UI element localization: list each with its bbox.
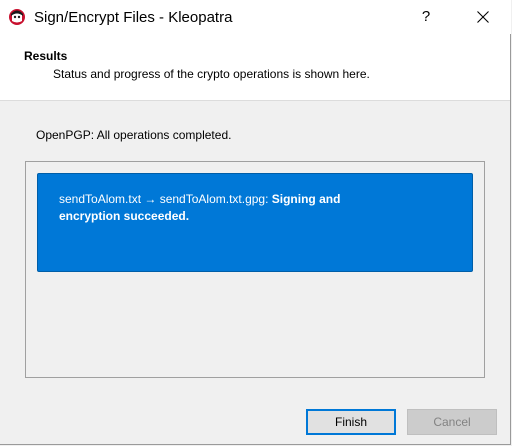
dialog-window: Sign/Encrypt Files - Kleopatra ? Results…: [0, 0, 511, 445]
cancel-button[interactable]: Cancel: [407, 409, 497, 435]
close-button[interactable]: [466, 0, 500, 34]
window-title: Sign/Encrypt Files - Kleopatra: [34, 9, 233, 26]
close-icon: [477, 11, 489, 23]
result-files: sendToAlom.txt → sendToAlom.txt.gpg:: [59, 192, 272, 206]
wizard-header: Results Status and progress of the crypt…: [0, 34, 510, 101]
results-list: sendToAlom.txt → sendToAlom.txt.gpg: Sig…: [25, 161, 485, 378]
help-button[interactable]: ?: [412, 0, 440, 34]
result-message: sendToAlom.txt → sendToAlom.txt.gpg: Sig…: [59, 191, 389, 225]
result-item[interactable]: sendToAlom.txt → sendToAlom.txt.gpg: Sig…: [37, 173, 473, 272]
status-text: OpenPGP: All operations completed.: [36, 128, 232, 142]
kleopatra-icon: [8, 8, 26, 26]
page-title: Results: [24, 49, 68, 63]
title-bar: Sign/Encrypt Files - Kleopatra ?: [0, 0, 511, 34]
finish-button[interactable]: Finish: [306, 409, 396, 435]
page-subtitle: Status and progress of the crypto operat…: [53, 67, 370, 81]
